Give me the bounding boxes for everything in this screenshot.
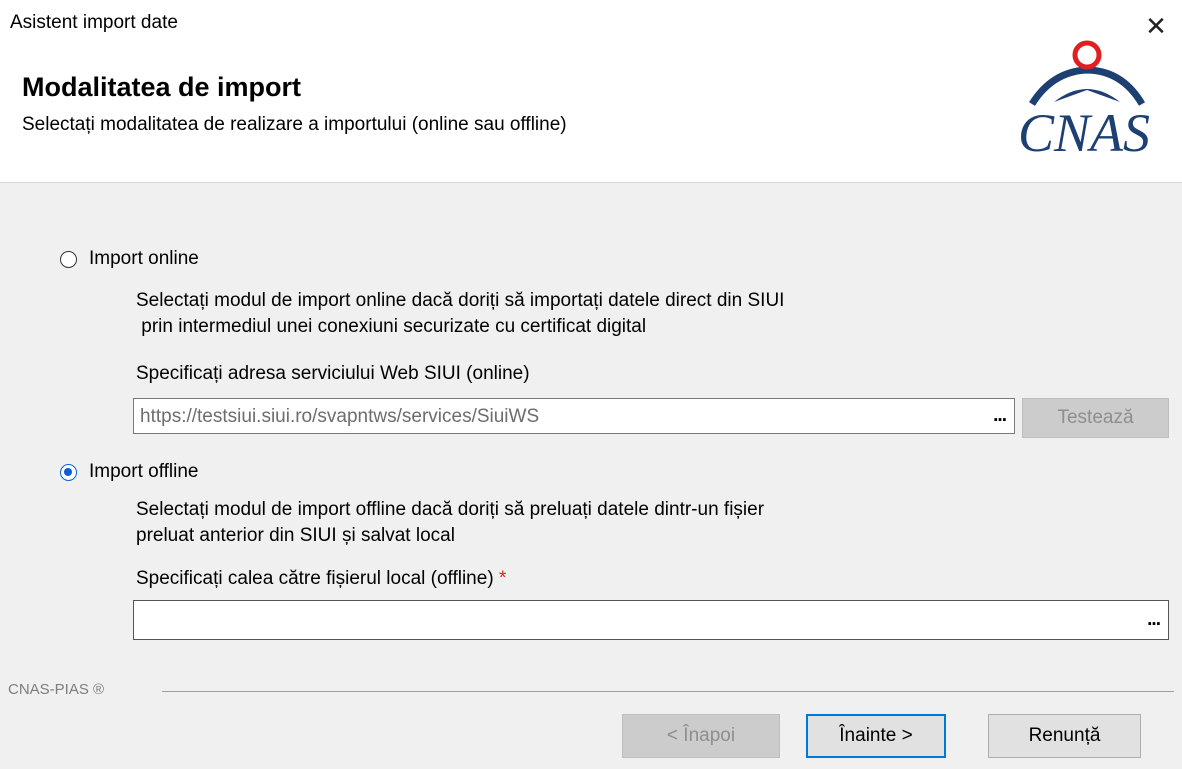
logo-text: CNAS [1018,103,1150,158]
page-title: Modalitatea de import [22,72,302,102]
offline-path-input[interactable]: ... [133,600,1169,640]
online-url-label: Specificați adresa serviciului Web SIUI … [136,363,530,384]
online-description: Selectați modul de import online dacă do… [136,290,785,337]
offline-path-label: Specificați calea către fișierul local (… [136,568,506,590]
online-url-value[interactable]: https://testsiui.siui.ro/svapntws/servic… [140,406,539,428]
footer-divider [162,691,1174,692]
online-browse-button[interactable]: ... [993,405,1007,427]
footer-brand: CNAS-PIAS ® [8,681,105,698]
radio-import-online[interactable]: Import online [60,248,199,270]
back-button[interactable]: < Înapoi [622,714,780,758]
radio-online-circle[interactable] [60,250,77,268]
cnas-logo: CNAS [1018,40,1150,158]
offline-browse-button[interactable]: ... [1147,609,1161,631]
radio-online-label[interactable]: Import online [89,248,199,270]
header-separator [0,182,1182,183]
next-button[interactable]: Înainte > [806,714,946,758]
offline-path-label-text: Specificați calea către fișierul local (… [136,568,494,589]
required-marker: * [498,568,507,589]
cancel-button[interactable]: Renunță [988,714,1141,758]
online-url-input[interactable]: https://testsiui.siui.ro/svapntws/servic… [133,398,1015,434]
radio-offline-label[interactable]: Import offline [89,461,198,483]
window-title: Asistent import date [10,12,178,33]
radio-offline-circle[interactable] [60,463,77,481]
radio-import-offline[interactable]: Import offline [60,461,198,483]
offline-description: Selectați modul de import offline dacă d… [136,499,765,546]
page-subtitle: Selectați modalitatea de realizare a imp… [22,114,567,135]
test-button[interactable]: Testează [1022,398,1169,438]
